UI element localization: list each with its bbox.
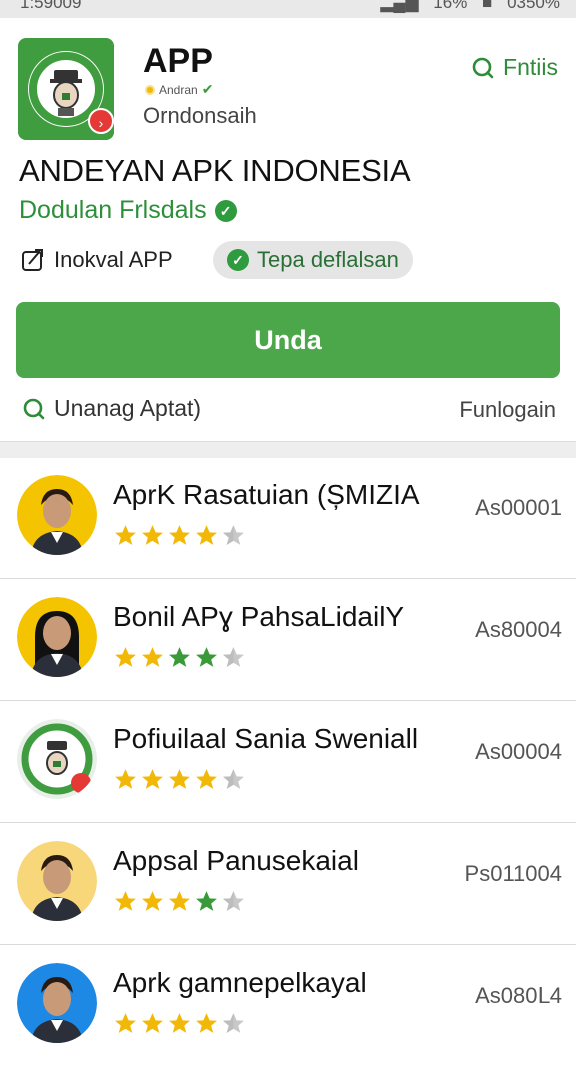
sub-right-link[interactable]: Funlogain [459, 397, 556, 423]
page-headline: ANDEYAN APK INDONESIA [19, 153, 411, 188]
list-item-value: As080ᒪ4 [475, 983, 562, 1008]
list-item[interactable]: AprK Rasatuian (ȘMIZIA As00001 [0, 457, 576, 579]
star-icon [223, 769, 244, 789]
list-item-title: Appsal Panusekaial [113, 845, 359, 876]
star-icon [169, 525, 190, 545]
list-item-value: As00001 [475, 495, 562, 520]
star-icon [223, 891, 244, 911]
star-icon [196, 769, 217, 789]
star-icon [142, 891, 163, 911]
person-man-icon [17, 475, 97, 555]
app-subtitle: Orndonsaih [143, 103, 257, 128]
developer-link-label: Dodulan Frlsdals [19, 196, 207, 224]
verified-check-icon: ✓ [214, 199, 237, 222]
list-item-title: AprK Rasatuian (ȘMIZIA [113, 479, 420, 510]
list-item-value: As00004 [475, 739, 562, 764]
primary-action-button[interactable]: Unda [16, 302, 560, 378]
coin-icon [145, 84, 155, 95]
status-right: ▂▄▆ 16% ■ 0350% [370, 0, 560, 12]
star-icon [169, 891, 190, 911]
status-time: 1:59009 [20, 0, 82, 12]
app-list: AprK Rasatuian (ȘMIZIA As00001 Bonil APɣ P… [0, 457, 576, 1066]
developer-link[interactable]: Dodulan Frlsdals ✓ [19, 196, 237, 225]
star-rating [113, 889, 246, 914]
verified-check-icon: ✓ [227, 249, 249, 271]
status-right-text: 0350% [507, 0, 560, 12]
star-icon [196, 525, 217, 545]
section-divider [0, 441, 576, 458]
star-icon [196, 647, 217, 667]
signal-icon: ▂▄▆ [380, 0, 419, 12]
verified-label: Tepa deflalsan [257, 247, 399, 272]
verified-check-icon: ✔ [201, 81, 214, 97]
top-action-label: Fntiis [503, 54, 558, 80]
app-logo-icon [17, 719, 97, 799]
star-icon [115, 769, 136, 789]
list-item-title: Pofiuilaal Sania Sweniall [113, 723, 419, 754]
list-item-title: Bonil APɣ PahsaLidailY [113, 601, 405, 632]
list-item-value: Ps011004 [464, 861, 562, 886]
star-icon [142, 647, 163, 667]
star-rating [113, 523, 246, 548]
search-icon [23, 398, 45, 419]
sub-action-row: Unanag Aptat) Funlogain [0, 395, 576, 429]
sub-left-action[interactable]: Unanag Aptat) [22, 395, 201, 422]
person-woman-icon [17, 597, 97, 677]
install-app-chip[interactable]: Inokval APP [20, 247, 173, 273]
developer-tag-row: Andran ✔ [145, 81, 213, 98]
star-icon [115, 525, 136, 545]
verified-chip[interactable]: ✓ Tepa deflalsan [213, 241, 413, 279]
star-rating [113, 767, 246, 792]
install-label: Inokval APP [54, 247, 173, 272]
list-item-title: Aprk ɡamnepelkayal [113, 967, 367, 998]
developer-tag: Andran [159, 82, 198, 97]
star-rating [113, 645, 246, 670]
status-bar: 1:59009 ▂▄▆ 16% ■ 0350% [0, 0, 576, 18]
star-icon [196, 891, 217, 911]
list-item[interactable]: Bonil APɣ PahsaLidailY As80004 [0, 579, 576, 701]
app-badge-icon: › [88, 108, 114, 134]
person-man-icon [17, 963, 97, 1043]
list-item[interactable]: Pofiuilaal Sania Sweniall As00004 [0, 701, 576, 823]
top-search-action[interactable]: Fntiis [471, 54, 558, 81]
battery-icon: ■ [482, 0, 493, 12]
list-item[interactable]: Appsal Panusekaial Ps011004 [0, 823, 576, 945]
star-icon [169, 769, 190, 789]
star-icon [223, 647, 244, 667]
star-icon [142, 769, 163, 789]
app-name: APP [143, 42, 213, 80]
star-icon [115, 891, 136, 911]
star-icon [169, 647, 190, 667]
search-icon [472, 57, 494, 78]
install-icon [22, 249, 43, 271]
star-icon [142, 525, 163, 545]
star-icon [115, 647, 136, 667]
battery-percent: 16% [433, 0, 468, 12]
sub-left-label: Unanag Aptat) [54, 395, 202, 421]
list-item-value: As80004 [475, 617, 562, 642]
star-icon [223, 525, 244, 545]
person-man-icon [17, 841, 97, 921]
list-item[interactable]: Aprk ɡamnepelkayal As080ᒪ4 [0, 945, 576, 1066]
